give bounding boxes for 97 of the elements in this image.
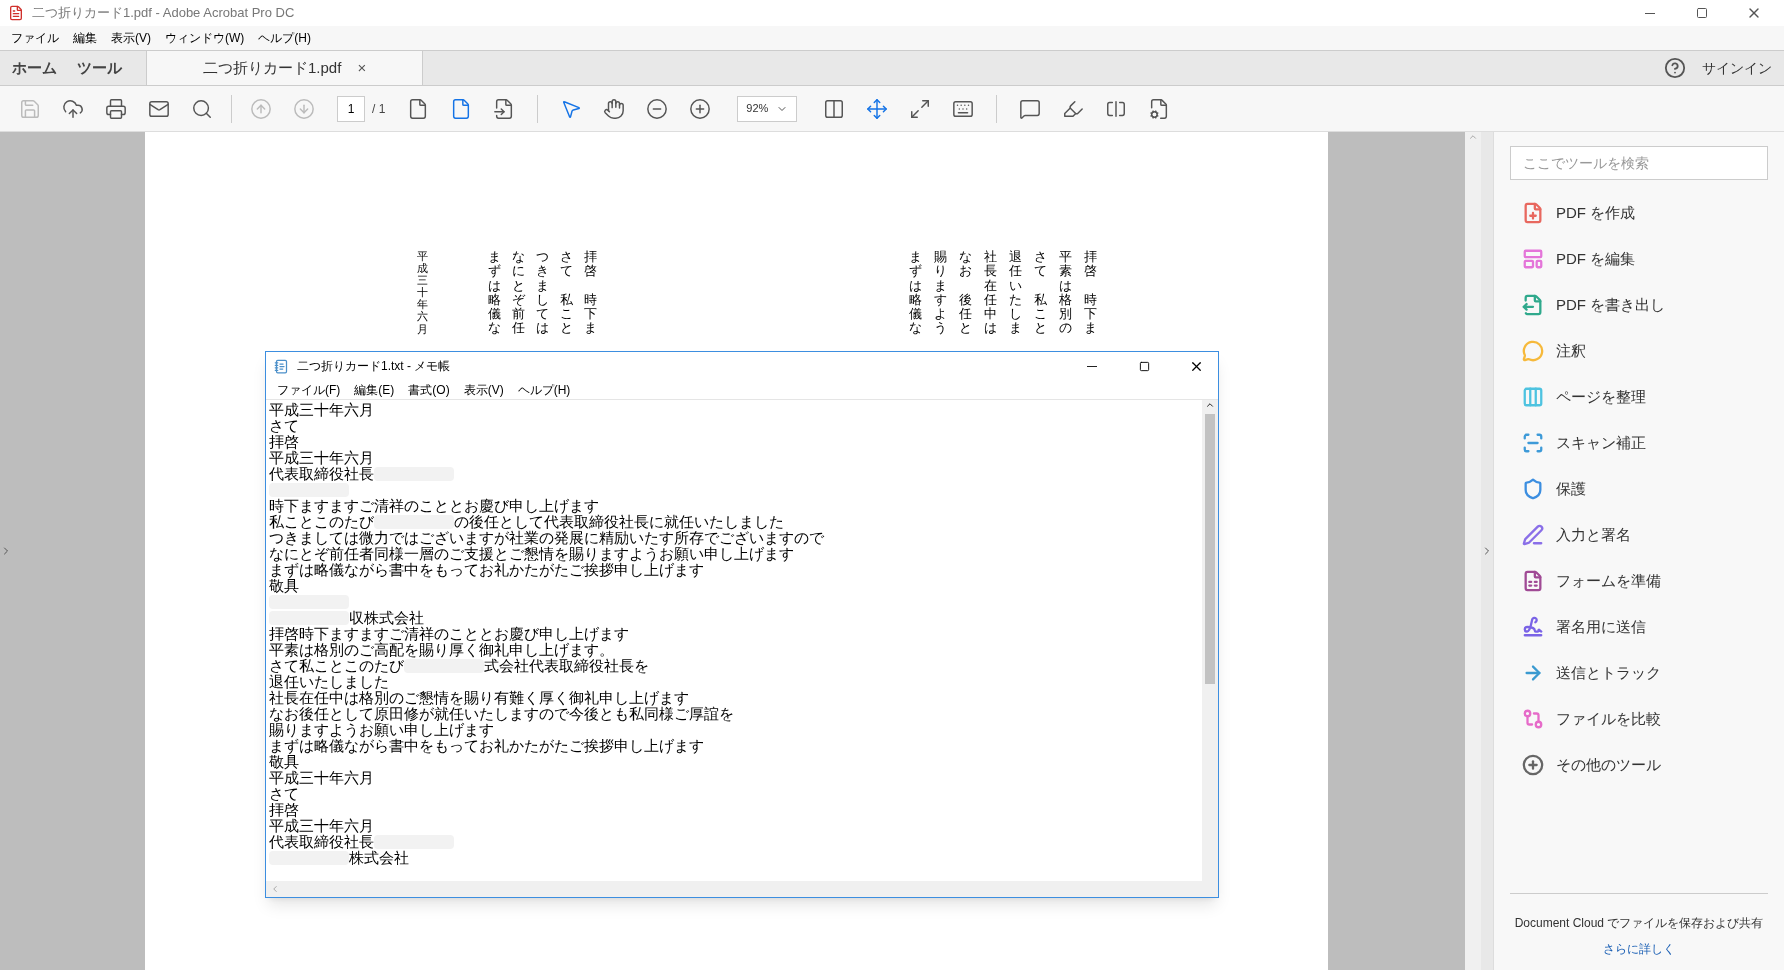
- text-line: なにとぞ前任者同様一層のご支援とご懇情を賜りますようお願い申し上げます: [269, 546, 794, 562]
- tool-item[interactable]: ファイルを比較: [1510, 696, 1768, 742]
- page-number-field[interactable]: 1: [337, 95, 365, 122]
- scroll-up-icon[interactable]: [1205, 400, 1215, 410]
- minimize-icon: [1087, 365, 1097, 367]
- vertical-text: 賜りますよう: [934, 250, 947, 336]
- vertical-text: 後任と: [959, 292, 972, 336]
- document-tab[interactable]: 二つ折りカード1.pdf ×: [146, 51, 424, 85]
- tab-close-button[interactable]: ×: [357, 56, 367, 80]
- text-line: 式会社代表取締役社長を: [484, 658, 649, 674]
- maximize-icon: [1696, 7, 1708, 19]
- text-line: 平素は格別のご高配を賜り厚く御礼申し上げます。: [269, 642, 614, 658]
- pdf-file-icon: [8, 5, 24, 21]
- text-line: さて: [269, 786, 299, 802]
- menu-item[interactable]: ファイル(F): [270, 380, 348, 399]
- menu-item[interactable]: 表示(V): [456, 380, 511, 399]
- vertical-scrollbar[interactable]: [1202, 400, 1218, 881]
- text-line: 平成三十年六月: [269, 402, 374, 418]
- vertical-text: なお: [959, 250, 972, 279]
- vertical-text: まずは略儀な: [909, 250, 922, 336]
- text-line: 拝啓: [269, 802, 299, 818]
- cloud-footer-text: Document Cloud でファイルを保存および共有: [1514, 915, 1764, 932]
- vertical-text: なにとぞ前任: [512, 250, 525, 336]
- tool-item[interactable]: 保護: [1510, 466, 1768, 512]
- menu-item[interactable]: 表示(V): [104, 29, 158, 47]
- help-icon[interactable]: [1664, 57, 1686, 79]
- menu-item[interactable]: ファイル: [4, 29, 66, 47]
- tool-item[interactable]: PDF を書き出し: [1510, 282, 1768, 328]
- vertical-text: 拝啓: [584, 250, 597, 279]
- vertical-text: 退任いたしま: [1009, 250, 1022, 336]
- text-line: 株式会社: [349, 850, 409, 866]
- scrollbar-thumb[interactable]: [1205, 414, 1215, 684]
- text-line: 平成三十年六月: [269, 450, 374, 466]
- text-line: まずは略儀ながら書中をもってお礼かたがたご挨拶申し上げます: [269, 738, 704, 754]
- vertical-text: 私こと: [1034, 292, 1047, 336]
- minimize-icon: [1645, 12, 1655, 14]
- vertical-scrollbar[interactable]: [1465, 132, 1481, 970]
- vertical-text: 時下ま: [1084, 292, 1097, 336]
- sign-in-link[interactable]: サインイン: [1702, 57, 1772, 79]
- text-line: 敬具: [269, 754, 299, 770]
- window-title: 二つ折りカード1.pdf - Adobe Acrobat Pro DC: [32, 4, 295, 23]
- learn-more-link[interactable]: さらに詳しく: [1603, 940, 1675, 958]
- text-line: 平成三十年六月: [269, 818, 374, 834]
- text-line: つきましては微力ではございますが社業の発展に精励いたす所存でございますので: [269, 530, 824, 546]
- document-tab-label[interactable]: 二つ折りカード1.pdf: [203, 56, 342, 80]
- text-line: 平成三十年六月: [269, 770, 374, 786]
- menu-item[interactable]: 書式(O): [401, 380, 457, 399]
- text-line: 退任いたしました: [269, 674, 389, 690]
- tool-item[interactable]: 注釈: [1510, 328, 1768, 374]
- vertical-text: 拝啓: [1084, 250, 1097, 279]
- vertical-text: 社長在任中は: [984, 250, 997, 336]
- text-line: 代表取締役社長: [269, 834, 374, 850]
- menu-item[interactable]: ヘルプ(H): [251, 29, 318, 47]
- notepad-title: 二つ折りカード1.txt - メモ帳: [297, 358, 451, 375]
- tool-item[interactable]: ページを整理: [1510, 374, 1768, 420]
- tool-item[interactable]: その他のツール: [1510, 742, 1768, 788]
- zoom-field[interactable]: 92%: [737, 95, 798, 122]
- nav-tab[interactable]: ホーム: [12, 56, 57, 80]
- text-line: 私ことこのたび: [269, 514, 374, 530]
- notepad-icon: [274, 358, 289, 374]
- vertical-text: つきましては: [536, 250, 549, 336]
- text-line: 時下ますますご清祥のこととお慶び申し上げます: [269, 498, 599, 514]
- text-line: 敬具: [269, 578, 299, 594]
- menu-item[interactable]: 編集(E): [347, 380, 402, 399]
- text-line: さて: [269, 418, 299, 434]
- text-line: の後任として代表取締役社長に就任いたしました: [454, 514, 784, 530]
- vertical-text: まずは略儀な: [488, 250, 501, 336]
- text-line: 拝啓: [269, 434, 299, 450]
- tool-search-field[interactable]: ここでツールを検索: [1510, 146, 1768, 180]
- text-line: まずは略儀ながら書中をもってお礼かたがたご挨拶申し上げます: [269, 562, 704, 578]
- tool-item[interactable]: 送信とトラック: [1510, 650, 1768, 696]
- text-line: 収株式会社: [349, 610, 424, 626]
- page-total: / 1: [372, 100, 386, 118]
- vertical-text: さて: [1034, 250, 1047, 279]
- vertical-text: さて: [560, 250, 573, 279]
- text-line: 社長在任中は格別のご懇情を賜り有難く厚く御礼申し上げます: [269, 690, 689, 706]
- nav-tab[interactable]: ツール: [77, 56, 122, 80]
- vertical-text: 平成三十年六月: [417, 250, 428, 335]
- vertical-text: 平素は格別の: [1059, 250, 1072, 336]
- tool-item[interactable]: PDF を作成: [1510, 190, 1768, 236]
- text-line: 拝啓時下ますますご清祥のこととお慶び申し上げます: [269, 626, 629, 642]
- tool-item[interactable]: 入力と署名: [1510, 512, 1768, 558]
- tool-item[interactable]: フォームを準備: [1510, 558, 1768, 604]
- horizontal-scrollbar[interactable]: [266, 881, 1218, 897]
- vertical-text: 時下ま: [584, 292, 597, 336]
- text-line: なお後任として原田修が就任いたしますので今後とも私同様ご厚誼を: [269, 706, 734, 722]
- tool-item[interactable]: 署名用に送信: [1510, 604, 1768, 650]
- text-line: 賜りますようお願い申し上げます: [269, 722, 494, 738]
- text-line: さて私ことこのたび: [269, 658, 404, 674]
- tool-item[interactable]: PDF を編集: [1510, 236, 1768, 282]
- vertical-text: 私こと: [560, 292, 573, 336]
- maximize-icon: [1138, 360, 1150, 372]
- text-line: 代表取締役社長: [269, 466, 374, 482]
- menu-item[interactable]: ウィンドウ(W): [158, 29, 252, 47]
- menu-item[interactable]: ヘルプ(H): [510, 380, 578, 399]
- tool-item[interactable]: スキャン補正: [1510, 420, 1768, 466]
- menu-item[interactable]: 編集: [66, 29, 104, 47]
